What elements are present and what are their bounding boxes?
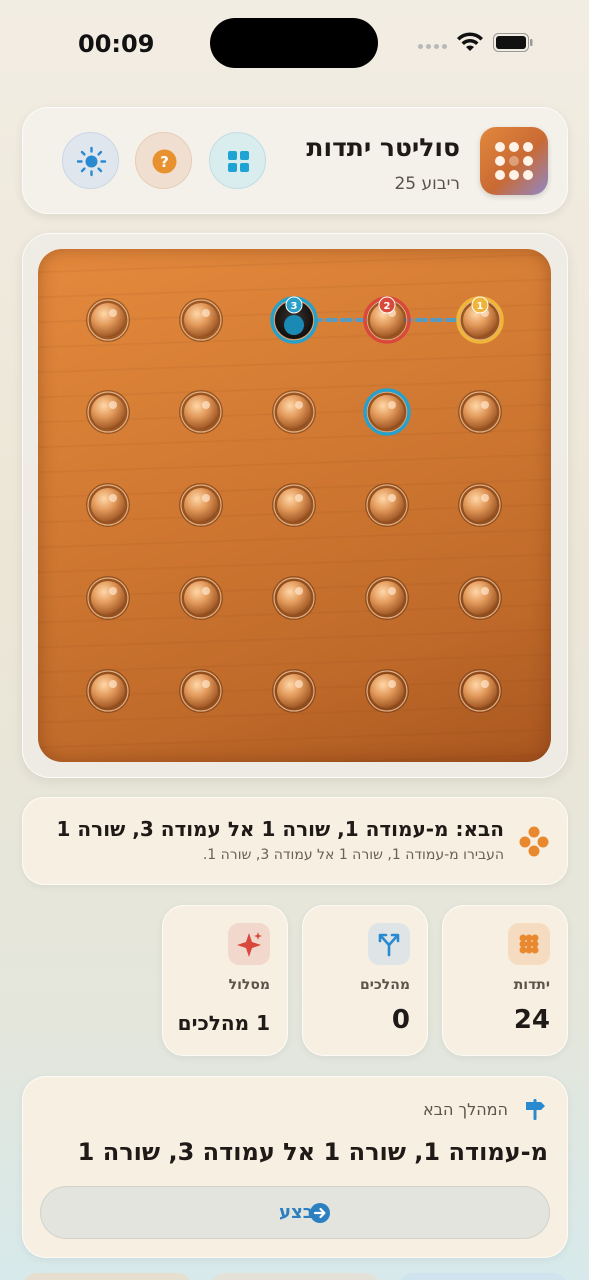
board-hole-r2-c1[interactable] xyxy=(458,390,502,434)
sparkle-icon xyxy=(228,923,270,965)
pegs-icon xyxy=(508,923,550,965)
board-hole-r4-c1[interactable] xyxy=(458,576,502,620)
bottom-tab-left[interactable] xyxy=(22,1273,192,1280)
bottom-tab-middle[interactable] xyxy=(210,1273,380,1280)
board-hole-r2-c2[interactable] xyxy=(363,388,411,436)
board-hole-r5-c2[interactable] xyxy=(365,669,409,713)
next-hint-subtitle: העבירו מ-עמודה 1, שורה 1 אל עמודה 3, שור… xyxy=(202,847,504,863)
signpost-icon xyxy=(526,1099,545,1120)
hint-badge-2: 2 xyxy=(384,301,391,312)
board-hole-r1-c5[interactable] xyxy=(86,298,130,342)
stat-moves-label: מהלכים xyxy=(359,977,410,993)
board-hole-r3-c4[interactable] xyxy=(179,483,223,527)
board-hole-r1-c2[interactable]: 2 xyxy=(363,296,411,344)
stat-pegs-value: 24 xyxy=(513,1005,550,1035)
board-hole-r3-c5[interactable] xyxy=(86,483,130,527)
stat-pegs-label: יתדות xyxy=(513,977,550,993)
board-hole-r1-c1[interactable]: 1 xyxy=(456,296,504,344)
next-hint-title: הבא: מ-עמודה 1, שורה 1 אל עמודה 3, שורה … xyxy=(56,817,504,841)
board-hole-r1-c4[interactable] xyxy=(179,298,223,342)
next-hint-card: הבא: מ-עמודה 1, שורה 1 אל עמודה 3, שורה … xyxy=(22,797,568,885)
board-hole-r5-c4[interactable] xyxy=(179,669,223,713)
next-move-text: מ-עמודה 1, שורה 1 אל עמודה 3, שורה 1 xyxy=(77,1138,548,1166)
board-hole-r3-c1[interactable] xyxy=(458,483,502,527)
stat-pegs: יתדות 24 xyxy=(442,905,568,1056)
board-hole-r3-c3[interactable] xyxy=(272,483,316,527)
bottom-tab-right[interactable] xyxy=(398,1273,568,1280)
board-hole-r1-c3[interactable]: 3 xyxy=(270,296,318,344)
next-move-header: המהלך הבא xyxy=(423,1100,508,1119)
stat-path: מסלול 1 מהלכים xyxy=(162,905,288,1056)
board-hole-r5-c1[interactable] xyxy=(458,669,502,713)
hint-badge-1: 1 xyxy=(477,301,484,312)
board-hole-r2-c4[interactable] xyxy=(179,390,223,434)
board-hole-r4-c5[interactable] xyxy=(86,576,130,620)
hint-badge-3: 3 xyxy=(291,301,298,312)
stat-path-value: 1 מהלכים xyxy=(177,1011,270,1035)
next-move-card: המהלך הבא מ-עמודה 1, שורה 1 אל עמודה 3, … xyxy=(22,1076,568,1258)
fork-icon xyxy=(368,923,410,965)
stat-moves: מהלכים 0 xyxy=(302,905,428,1056)
arrow-right-circle-icon xyxy=(310,1203,330,1223)
pegs-cluster-icon xyxy=(519,826,549,857)
board-hole-r2-c3[interactable] xyxy=(272,390,316,434)
execute-move-button[interactable]: בצע xyxy=(40,1186,550,1239)
board-hole-r5-c3[interactable] xyxy=(272,669,316,713)
board-hole-r3-c2[interactable] xyxy=(365,483,409,527)
stat-path-label: מסלול xyxy=(228,977,270,993)
board-hole-r4-c4[interactable] xyxy=(179,576,223,620)
stat-moves-value: 0 xyxy=(391,1005,410,1035)
board-hole-r4-c3[interactable] xyxy=(272,576,316,620)
board-hole-r4-c2[interactable] xyxy=(365,576,409,620)
board-hole-r5-c5[interactable] xyxy=(86,669,130,713)
board-hole-r2-c5[interactable] xyxy=(86,390,130,434)
